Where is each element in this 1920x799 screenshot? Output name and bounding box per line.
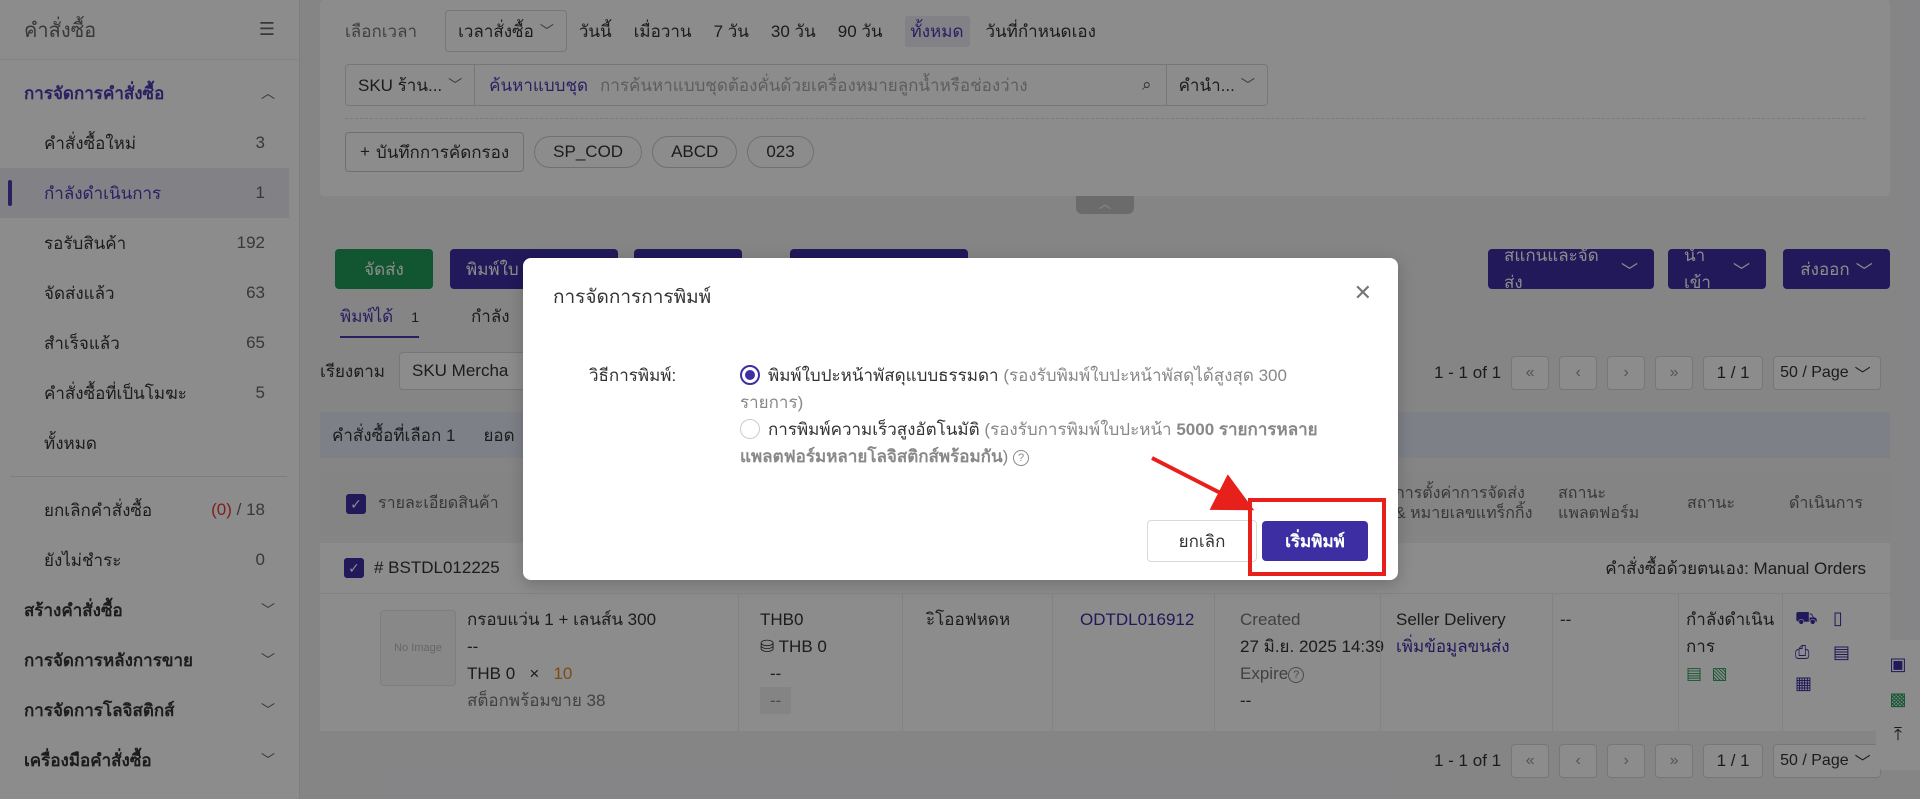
dialog-title: การจัดการการพิมพ์ — [553, 287, 712, 308]
question-icon[interactable]: ? — [1013, 450, 1030, 466]
radio-auto[interactable] — [740, 419, 760, 439]
print-method-label: วิธีการพิมพ์: — [589, 366, 677, 385]
close-icon[interactable]: ✕ — [1354, 280, 1372, 306]
highlight-box — [1248, 498, 1386, 576]
radio-standard[interactable] — [740, 365, 760, 385]
option-standard-label: พิมพ์ใบปะหน้าพัสดุแบบธรรมดา — [768, 366, 999, 385]
cancel-button[interactable]: ยกเลิก — [1147, 520, 1257, 562]
option-auto-hint-end: ) — [1002, 447, 1009, 466]
print-option-standard[interactable]: พิมพ์ใบปะหน้าพัสดุแบบธรรมดา (รองรับพิมพ์… — [740, 362, 1340, 416]
option-auto-hint: (รองรับการพิมพ์ใบปะหน้า — [984, 420, 1172, 439]
print-option-auto[interactable]: การพิมพ์ความเร็วสูงอัตโนมัติ (รองรับการพ… — [740, 416, 1340, 470]
option-auto-label: การพิมพ์ความเร็วสูงอัตโนมัติ — [768, 420, 980, 439]
cancel-label: ยกเลิก — [1178, 531, 1226, 551]
